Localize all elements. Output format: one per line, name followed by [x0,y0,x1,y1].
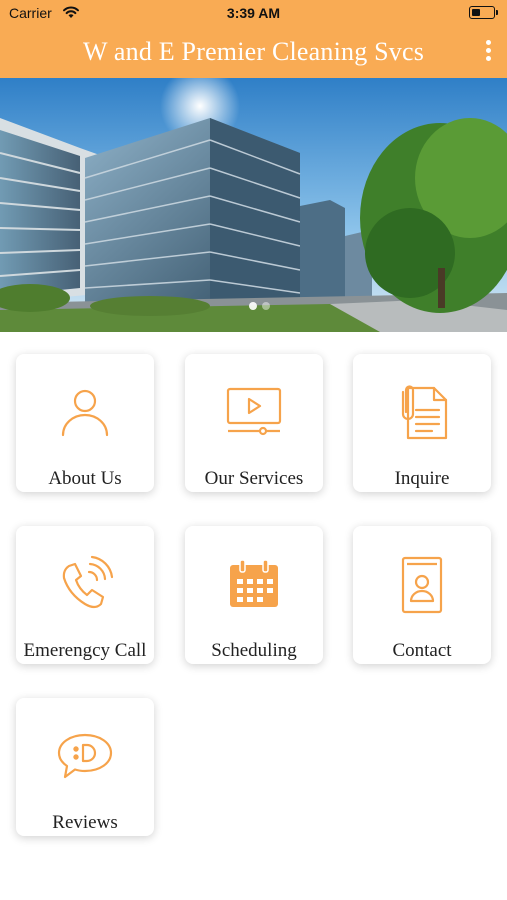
calendar-icon [185,554,323,614]
tile-inquire[interactable]: Inquire [353,354,491,492]
status-time: 3:39 AM [226,5,281,21]
tile-scheduling[interactable]: Scheduling [185,526,323,664]
tile-label: About Us [48,468,122,489]
tile-label: Scheduling [211,640,297,661]
tile-label: Contact [392,640,452,661]
phone-call-icon [16,554,154,614]
tile-about-us[interactable]: About Us [16,354,154,492]
battery-icon [469,6,498,19]
video-play-icon [185,382,323,442]
hero-banner[interactable] [0,78,507,332]
tile-contact[interactable]: Contact [353,526,491,664]
contact-book-icon [353,554,491,614]
person-icon [16,382,154,442]
tile-label: Inquire [394,468,450,489]
tile-label: Reviews [52,812,118,833]
status-bar: Carrier 3:39 AM [0,0,507,26]
tile-emergency-call[interactable]: Emerengcy Call [16,526,154,664]
chat-bubble-icon [16,726,154,786]
document-clip-icon [353,382,491,442]
page-title: W and E Premier Cleaning Svcs [82,37,425,66]
office-buildings-photo [0,78,507,332]
more-vertical-icon[interactable] [483,40,493,62]
app-header: Carrier 3:39 AM W and E Premier Cleaning… [0,0,507,78]
tile-label: Our Services [204,468,304,489]
tile-our-services[interactable]: Our Services [185,354,323,492]
carousel-dot-active[interactable] [249,302,257,310]
tile-label: Emerengcy Call [23,640,147,661]
tile-reviews[interactable]: Reviews [16,698,154,836]
carousel-dot[interactable] [262,302,270,310]
